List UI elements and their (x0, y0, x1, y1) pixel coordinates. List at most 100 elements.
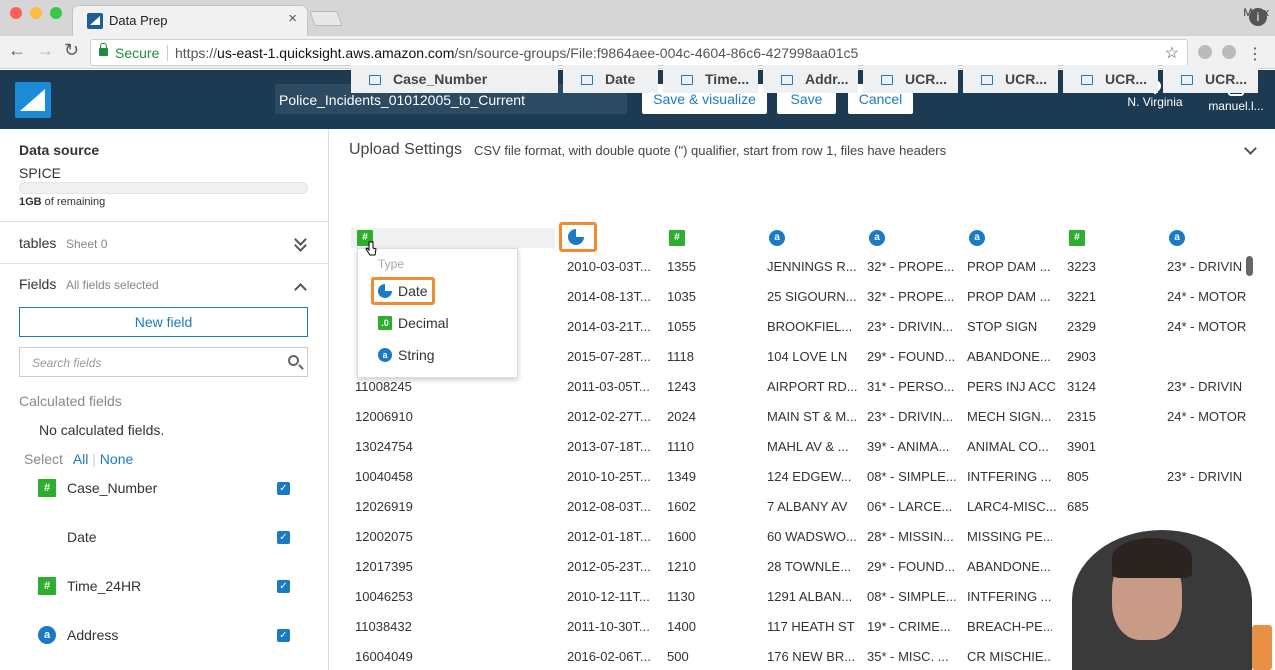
search-fields-input[interactable]: Search fields (19, 347, 308, 377)
table-cell: 1110 (667, 439, 694, 454)
extension-icon[interactable] (1222, 45, 1236, 59)
type-option-label: Date (398, 283, 428, 299)
table-cell: MISSING PE... (967, 529, 1054, 544)
column-header[interactable]: UCR... (1163, 65, 1258, 93)
type-option-decimal[interactable]: .0 Decimal (376, 311, 449, 335)
column-header[interactable]: Case_Number (351, 65, 558, 93)
table-cell: 11008245 (355, 379, 412, 394)
edit-icon[interactable] (981, 75, 993, 85)
table-cell: 10040458 (355, 469, 413, 484)
fields-status: All fields selected (66, 278, 159, 292)
table-cell: 39* - ANIMA... (867, 439, 950, 454)
lock-icon (99, 43, 108, 56)
table-cell: JENNINGS R... (767, 259, 857, 274)
field-name[interactable]: Date (67, 529, 97, 545)
webcam-overlay (1052, 530, 1275, 670)
number-type-icon[interactable]: # (1069, 230, 1085, 246)
table-cell: BREACH-PE... (967, 619, 1054, 634)
field-checkbox[interactable]: ✓ (277, 531, 290, 544)
edit-icon[interactable] (1181, 75, 1193, 85)
column-label: UCR... (1105, 71, 1147, 87)
field-name[interactable]: Address (67, 627, 118, 643)
column-header[interactable]: UCR... (963, 65, 1058, 93)
column-label: Date (605, 71, 636, 87)
table-cell: 805 (1067, 469, 1089, 484)
select-all-link[interactable]: All (73, 451, 89, 467)
url-text[interactable]: https://us-east-1.quicksight.aws.amazon.… (175, 45, 858, 61)
edit-icon[interactable] (881, 75, 893, 85)
type-cell-selected (351, 228, 555, 248)
string-type-icon[interactable]: a (969, 230, 985, 246)
table-cell: 29* - FOUND... (867, 559, 956, 574)
info-icon[interactable]: i (1249, 8, 1267, 26)
table-cell: 3901 (1067, 439, 1096, 454)
number-type-icon[interactable]: # (669, 230, 685, 246)
date-type-icon[interactable] (568, 229, 584, 245)
edit-icon[interactable] (781, 75, 793, 85)
no-calculated-text: No calculated fields. (39, 422, 165, 438)
table-cell: 2012-08-03T... (567, 499, 651, 514)
chevron-up-icon[interactable] (294, 283, 307, 296)
field-checkbox[interactable]: ✓ (277, 482, 290, 495)
search-icon[interactable] (288, 355, 299, 366)
data-source-value: SPICE (19, 165, 62, 181)
column-header[interactable]: Date (563, 65, 658, 93)
table-cell: 31* - PERSO... (867, 379, 955, 394)
bookmark-star-icon[interactable]: ☆ (1165, 43, 1179, 63)
close-window-button[interactable] (10, 7, 22, 19)
edit-icon[interactable] (681, 75, 693, 85)
column-label: Case_Number (393, 71, 488, 87)
address-bar[interactable]: Secure https://us-east-1.quicksight.aws.… (90, 39, 1188, 66)
field-name[interactable]: Case_Number (67, 480, 157, 496)
tables-sheet: Sheet 0 (66, 237, 108, 251)
address-separator (167, 45, 168, 61)
select-label: Select (24, 451, 63, 467)
back-arrow-icon[interactable]: ← (8, 40, 26, 61)
browser-menu-icon[interactable]: ⋮ (1247, 44, 1263, 64)
tab-close-icon[interactable]: × (288, 10, 297, 27)
table-cell: ANIMAL CO... (967, 439, 1049, 454)
browser-tab[interactable]: Data Prep × (72, 5, 308, 36)
quicksight-logo-icon[interactable] (15, 82, 51, 118)
string-type-icon[interactable]: a (1169, 230, 1185, 246)
select-none-link[interactable]: None (100, 451, 133, 467)
table-cell: 500 (667, 649, 689, 664)
column-header[interactable]: UCR... (1063, 65, 1158, 93)
divider (0, 263, 329, 264)
new-tab-button[interactable] (309, 11, 343, 26)
column-label: UCR... (1005, 71, 1047, 87)
field-checkbox[interactable]: ✓ (277, 629, 290, 642)
zoom-window-button[interactable] (50, 7, 62, 19)
upload-settings-description: CSV file format, with double quote (") q… (474, 143, 947, 158)
table-cell: 32* - PROPE... (867, 259, 955, 274)
forward-arrow-icon[interactable]: → (36, 40, 54, 61)
table-cell: AIRPORT RD... (767, 379, 858, 394)
table-cell: 2315 (1067, 409, 1096, 424)
column-header[interactable]: Time... (663, 65, 758, 93)
table-cell: 3223 (1067, 259, 1096, 274)
new-field-button[interactable]: New field (19, 307, 308, 337)
mug-image (1252, 625, 1272, 670)
chevron-down-icon[interactable] (1244, 142, 1257, 155)
table-cell: 35* - MISC. ... (867, 649, 949, 664)
edit-icon[interactable] (581, 75, 593, 85)
string-type-icon[interactable]: a (869, 230, 885, 246)
table-cell: ABANDONE... (967, 349, 1051, 364)
field-checkbox[interactable]: ✓ (277, 580, 290, 593)
table-cell: 2903 (1067, 349, 1096, 364)
tables-label: tables (19, 235, 57, 251)
edit-icon[interactable] (369, 75, 381, 85)
string-type-icon[interactable]: a (769, 230, 785, 246)
minimize-window-button[interactable] (30, 7, 42, 19)
vertical-scrollbar[interactable] (1246, 256, 1253, 276)
reload-icon[interactable]: ↻ (64, 40, 79, 61)
column-header[interactable]: UCR... (863, 65, 958, 93)
type-option-string[interactable]: a String (376, 343, 435, 367)
edit-icon[interactable] (1081, 75, 1093, 85)
extension-icon[interactable] (1198, 45, 1212, 59)
field-name[interactable]: Time_24HR (67, 578, 141, 594)
column-header[interactable]: Addr... (763, 65, 858, 93)
table-cell: 685 (1067, 499, 1089, 514)
type-option-date[interactable]: Date (376, 279, 428, 303)
table-cell: 23* - DRIVIN (1167, 379, 1243, 394)
